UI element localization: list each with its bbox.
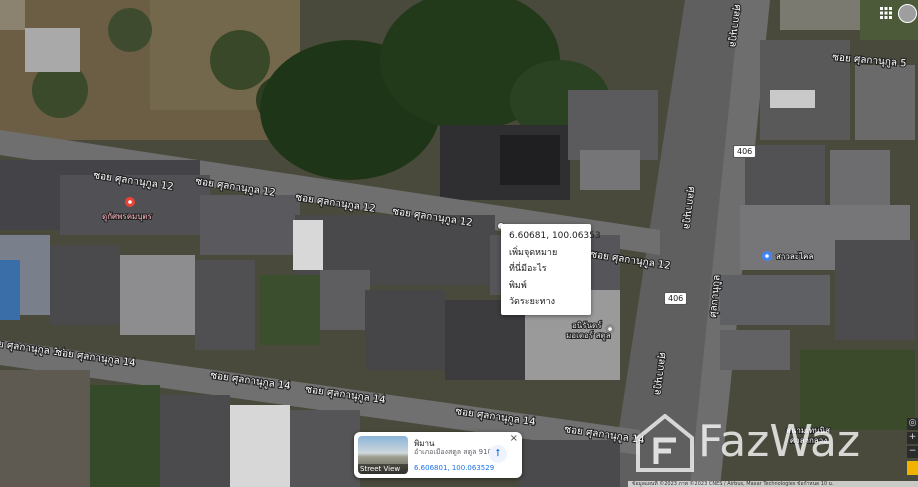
- card-coordinates[interactable]: 6.606801, 100.063529: [414, 464, 494, 472]
- close-icon[interactable]: ×: [510, 433, 518, 444]
- pegman-icon[interactable]: [907, 461, 918, 475]
- locate-icon[interactable]: ◎: [907, 418, 918, 430]
- apps-grid-icon[interactable]: [879, 6, 893, 20]
- highway-shield: 406: [664, 292, 688, 305]
- satellite-map[interactable]: [0, 0, 918, 487]
- zoom-out-button[interactable]: −: [907, 446, 918, 458]
- street-view-thumbnail[interactable]: Street View: [358, 436, 408, 474]
- street-view-label: Street View: [358, 464, 408, 474]
- map-attribution: ข้อมูลแผนที่ ©2023 ภาพ ©2023 CNES / Airb…: [628, 481, 918, 487]
- fazwaz-logo-icon: [636, 413, 694, 472]
- location-info-card[interactable]: Street View พิมาน อำเภอเมืองสตูล สตูล 91…: [354, 432, 522, 478]
- context-menu-measure-distance[interactable]: วัดระยะทาง: [501, 294, 591, 311]
- fazwaz-watermark: FazWaz: [636, 413, 860, 476]
- context-menu-whats-here[interactable]: ที่นี่มีอะไร: [501, 261, 591, 278]
- watermark-text: FazWaz: [698, 416, 861, 467]
- context-menu-add-destination[interactable]: เพิ่มจุดหมาย: [501, 245, 591, 262]
- context-menu-print[interactable]: พิมพ์: [501, 278, 591, 295]
- account-avatar[interactable]: [898, 4, 917, 23]
- context-menu-coords[interactable]: 6.60681, 100.06353: [501, 228, 601, 245]
- share-icon[interactable]: ⭡: [489, 445, 507, 463]
- context-menu: 6.60681, 100.06353 เพิ่มจุดหมาย ที่นี่มี…: [501, 224, 601, 315]
- zoom-in-button[interactable]: +: [907, 432, 918, 444]
- highway-shield: 406: [733, 145, 757, 158]
- card-subtitle: อำเภอเมืองสตูล สตูล 91000: [414, 448, 501, 456]
